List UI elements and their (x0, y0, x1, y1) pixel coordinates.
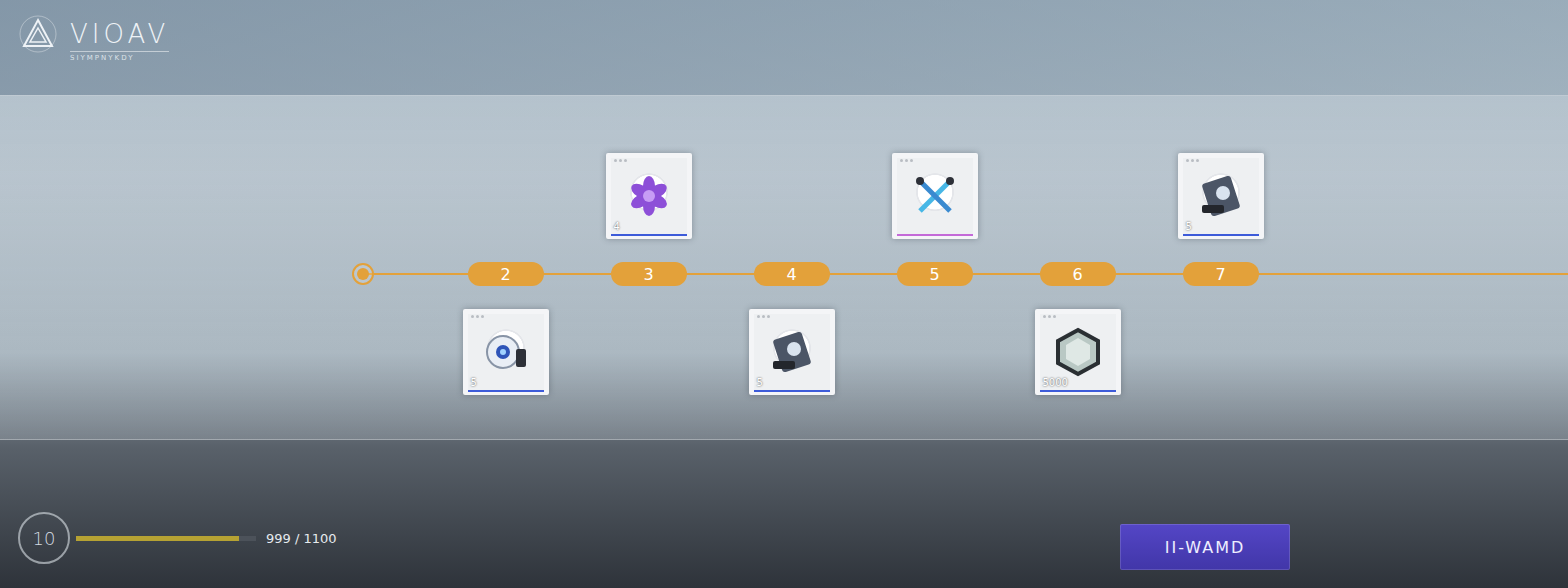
chip-icon (767, 327, 817, 377)
logo-title: VIOAV (70, 20, 169, 49)
tools-icon (910, 171, 960, 221)
level-pill: 3 (611, 262, 687, 286)
reward-count: 5 (757, 377, 763, 389)
card-dots (471, 315, 484, 318)
footer: 10 999 / 1100 II-WAMD (0, 440, 1568, 588)
player-level: 10 (18, 512, 70, 564)
reward-card[interactable]: 5000 (1035, 309, 1121, 395)
flower-icon (626, 173, 672, 219)
chip-icon (1196, 171, 1246, 221)
reward-picture: 5000 (1040, 314, 1116, 392)
player-progress: 10 999 / 1100 (18, 512, 337, 570)
crystal-icon (1052, 326, 1104, 378)
reward-count: 5 (1186, 221, 1192, 233)
track-start (291, 96, 434, 439)
card-dots (900, 159, 913, 162)
level-pill: 7 (1183, 262, 1259, 286)
header: VIOAV SIYMPNYKDY (0, 0, 1568, 95)
level-pill: 5 (897, 262, 973, 286)
track-level: 25 (434, 96, 577, 439)
card-dots (757, 315, 770, 318)
track-level: 57 (1149, 96, 1292, 439)
reward-count: 4 (614, 221, 620, 233)
logo-subtitle: SIYMPNYKDY (70, 51, 169, 62)
track-level: 43 (577, 96, 720, 439)
reward-picture: 4 (611, 158, 687, 236)
claim-button[interactable]: II-WAMD (1120, 524, 1290, 570)
card-dots (614, 159, 627, 162)
reward-card[interactable]: 5 (1178, 153, 1264, 239)
reward-count: 5000 (1043, 377, 1068, 389)
reward-track-band: 25434556500057 (0, 95, 1568, 440)
exp-bar (76, 536, 256, 541)
reward-count: 5 (471, 377, 477, 389)
drone-icon (481, 327, 531, 377)
reward-picture: 5 (468, 314, 544, 392)
battle-pass-screen: VIOAVSIYMPNYKDY2543455650005710999 / 110… (0, 0, 1568, 588)
reward-card[interactable]: 4 (606, 153, 692, 239)
exp-reading: 999 / 1100 (266, 531, 337, 546)
reward-track: 25434556500057 (0, 96, 1568, 439)
logo: VIOAV SIYMPNYKDY (70, 14, 169, 62)
level-pill: 6 (1040, 262, 1116, 286)
card-dots (1043, 315, 1056, 318)
reward-card[interactable] (892, 153, 978, 239)
reward-picture: 5 (754, 314, 830, 392)
track-level: 6 5000 (1006, 96, 1149, 439)
track-level: 5 (863, 96, 1006, 439)
reward-picture (897, 158, 973, 236)
reward-card[interactable]: 5 (749, 309, 835, 395)
reward-picture: 5 (1183, 158, 1259, 236)
card-dots (1186, 159, 1199, 162)
start-node (352, 263, 374, 285)
track-level: 45 (720, 96, 863, 439)
logo-icon (18, 14, 58, 54)
level-pill: 2 (468, 262, 544, 286)
level-pill: 4 (754, 262, 830, 286)
reward-card[interactable]: 5 (463, 309, 549, 395)
